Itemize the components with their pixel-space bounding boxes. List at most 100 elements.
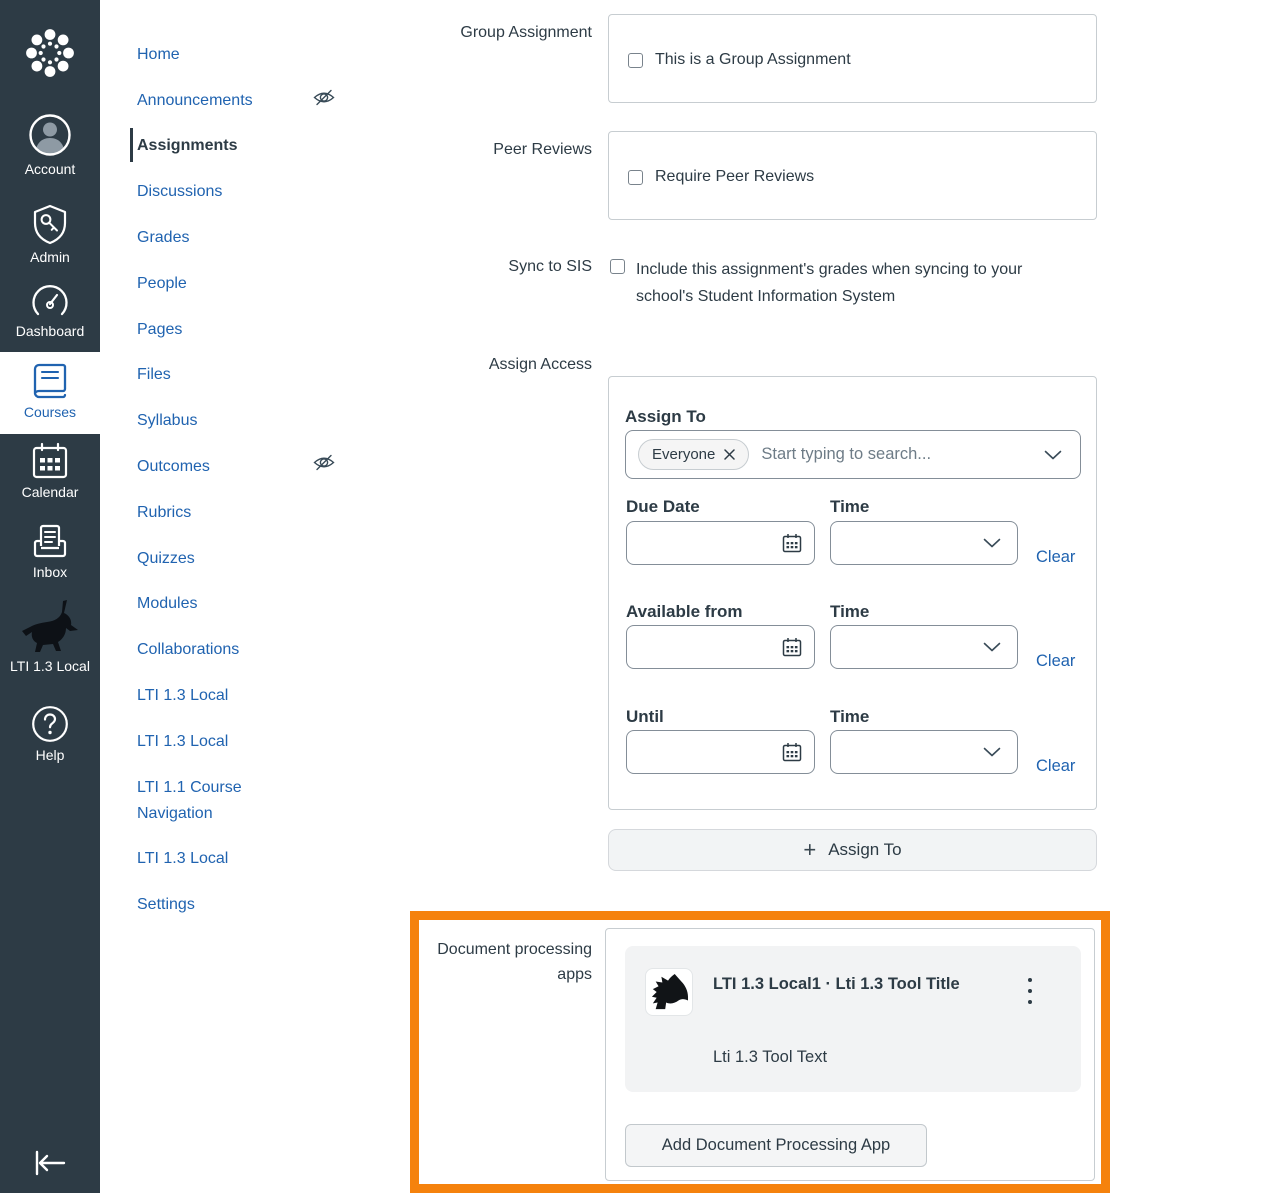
course-nav-lti-13-local-2[interactable]: LTI 1.3 Local (137, 729, 297, 755)
sidebar-item-label: Account (24, 161, 76, 177)
avatar-icon (0, 113, 100, 157)
course-nav-lti-11-course-navigation[interactable]: LTI 1.1 Course Navigation (137, 775, 277, 827)
course-nav-files[interactable]: Files (137, 362, 297, 388)
everyone-tag[interactable]: Everyone (638, 439, 750, 470)
sidebar-item-label: Inbox (32, 564, 68, 580)
course-nav-quizzes[interactable]: Quizzes (137, 546, 297, 572)
calendar-small-icon[interactable] (782, 742, 802, 762)
course-nav-outcomes[interactable]: Outcomes (137, 454, 297, 480)
add-assign-to-button[interactable]: + Assign To (608, 829, 1097, 871)
sidebar-item-inbox[interactable]: Inbox (0, 522, 100, 580)
sidebar-item-label: Help (35, 747, 65, 763)
due-clear-link[interactable]: Clear (1036, 548, 1075, 567)
assign-to-label: Assign To (625, 407, 706, 426)
document-processing-label: Document processing apps (437, 941, 592, 983)
available-time-select[interactable] (830, 625, 1018, 669)
due-date-field (626, 521, 815, 565)
until-date-field (626, 730, 815, 774)
chevron-down-icon (983, 538, 1001, 548)
course-nav-assignments[interactable]: Assignments (137, 133, 297, 159)
sync-to-sis-checkbox[interactable] (610, 259, 625, 274)
sidebar-item-help[interactable]: Help (0, 705, 100, 763)
add-document-processing-app-button[interactable]: Add Document Processing App (625, 1124, 927, 1167)
remove-tag-icon[interactable] (724, 449, 736, 460)
hidden-eye-icon (313, 88, 335, 107)
peer-reviews-checkbox-label: Require Peer Reviews (655, 168, 815, 185)
course-nav-announcements[interactable]: Announcements (137, 88, 297, 114)
available-from-label: Available from (626, 602, 743, 621)
sidebar-item-label: Admin (30, 249, 70, 265)
course-nav-grades[interactable]: Grades (137, 225, 297, 251)
peer-reviews-label: Peer Reviews (493, 141, 592, 158)
due-time-select[interactable] (830, 521, 1018, 565)
until-clear-link[interactable]: Clear (1036, 757, 1075, 776)
lti-app-title: LTI 1.3 Local1 · Lti 1.3 Tool Title (713, 975, 960, 993)
canvas-logo-icon (0, 25, 100, 81)
available-time-label: Time (830, 602, 870, 621)
sidebar-item-calendar[interactable]: Calendar (0, 442, 100, 500)
course-nav-discussions[interactable]: Discussions (137, 179, 297, 205)
canvas-logo-button[interactable] (0, 25, 100, 81)
until-label: Until (626, 707, 664, 726)
assign-access-label: Assign Access (488, 356, 592, 373)
everyone-tag-label: Everyone (652, 446, 716, 463)
calendar-small-icon[interactable] (782, 637, 802, 657)
chevron-down-icon (983, 747, 1001, 757)
sidebar-item-label: Calendar (21, 484, 79, 500)
until-time-select[interactable] (830, 730, 1018, 774)
inbox-icon (0, 522, 100, 560)
due-date-label: Due Date (626, 497, 700, 516)
sidebar-item-account[interactable]: Account (0, 113, 100, 177)
calendar-icon (0, 442, 100, 480)
gauge-icon (0, 283, 100, 319)
sync-to-sis-checkbox-label: Include this assignment's grades when sy… (636, 261, 1023, 305)
available-clear-link[interactable]: Clear (1036, 652, 1075, 671)
due-date-input[interactable] (627, 522, 782, 564)
course-nav-people[interactable]: People (137, 271, 297, 297)
chevron-down-icon (983, 642, 1001, 652)
question-icon (0, 705, 100, 743)
course-nav-home[interactable]: Home (137, 42, 297, 68)
lti-app-text: Lti 1.3 Tool Text (713, 1048, 828, 1066)
course-nav-syllabus[interactable]: Syllabus (137, 408, 297, 434)
canvas-assignment-edit-page: Account Admin Dashboard Courses Calendar… (0, 0, 1280, 1193)
course-nav-settings[interactable]: Settings (137, 892, 297, 918)
sidebar-item-lti-local[interactable]: LTI 1.3 Local (0, 598, 100, 674)
shield-key-icon (0, 204, 100, 245)
assign-to-search-input[interactable] (749, 445, 1044, 464)
global-nav: Account Admin Dashboard Courses Calendar… (0, 0, 100, 1193)
collapse-nav-button[interactable] (0, 1146, 100, 1180)
add-document-processing-app-label: Add Document Processing App (661, 1136, 891, 1154)
kebab-menu-icon[interactable] (1020, 977, 1040, 1005)
lti-app-card (625, 946, 1081, 1092)
course-nav-lti-13-local-1[interactable]: LTI 1.3 Local (137, 683, 297, 709)
until-time-label: Time (830, 707, 870, 726)
course-nav-rubrics[interactable]: Rubrics (137, 500, 297, 526)
group-assignment-checkbox[interactable] (628, 52, 643, 68)
course-nav-collaborations[interactable]: Collaborations (137, 637, 297, 663)
plus-icon: + (803, 837, 817, 862)
hidden-eye-icon (313, 453, 335, 472)
sidebar-item-label: LTI 1.3 Local (10, 658, 90, 674)
peer-reviews-checkbox[interactable] (628, 169, 643, 185)
course-nav-pages[interactable]: Pages (137, 317, 297, 343)
available-from-input[interactable] (627, 626, 782, 668)
assign-to-multiselect[interactable]: Everyone (625, 430, 1081, 479)
sidebar-item-courses[interactable]: Courses (0, 352, 100, 434)
sidebar-item-label: Courses (23, 404, 77, 420)
until-date-input[interactable] (627, 731, 782, 773)
course-nav-modules[interactable]: Modules (137, 591, 297, 617)
calendar-small-icon[interactable] (782, 533, 802, 553)
unicorn-head-icon (650, 973, 688, 1011)
course-nav-lti-13-local-3[interactable]: LTI 1.3 Local (137, 846, 297, 872)
due-time-label: Time (830, 497, 870, 516)
chevron-down-icon[interactable] (1044, 450, 1062, 460)
sidebar-item-dashboard[interactable]: Dashboard (0, 283, 100, 339)
book-icon (0, 362, 100, 400)
sidebar-item-label: Dashboard (15, 323, 85, 339)
active-item-indicator (130, 128, 133, 162)
add-assign-to-button-label: Assign To (828, 840, 902, 859)
available-from-field (626, 625, 815, 669)
sidebar-item-admin[interactable]: Admin (0, 204, 100, 265)
group-assignment-option: This is a Group Assignment (628, 51, 851, 69)
